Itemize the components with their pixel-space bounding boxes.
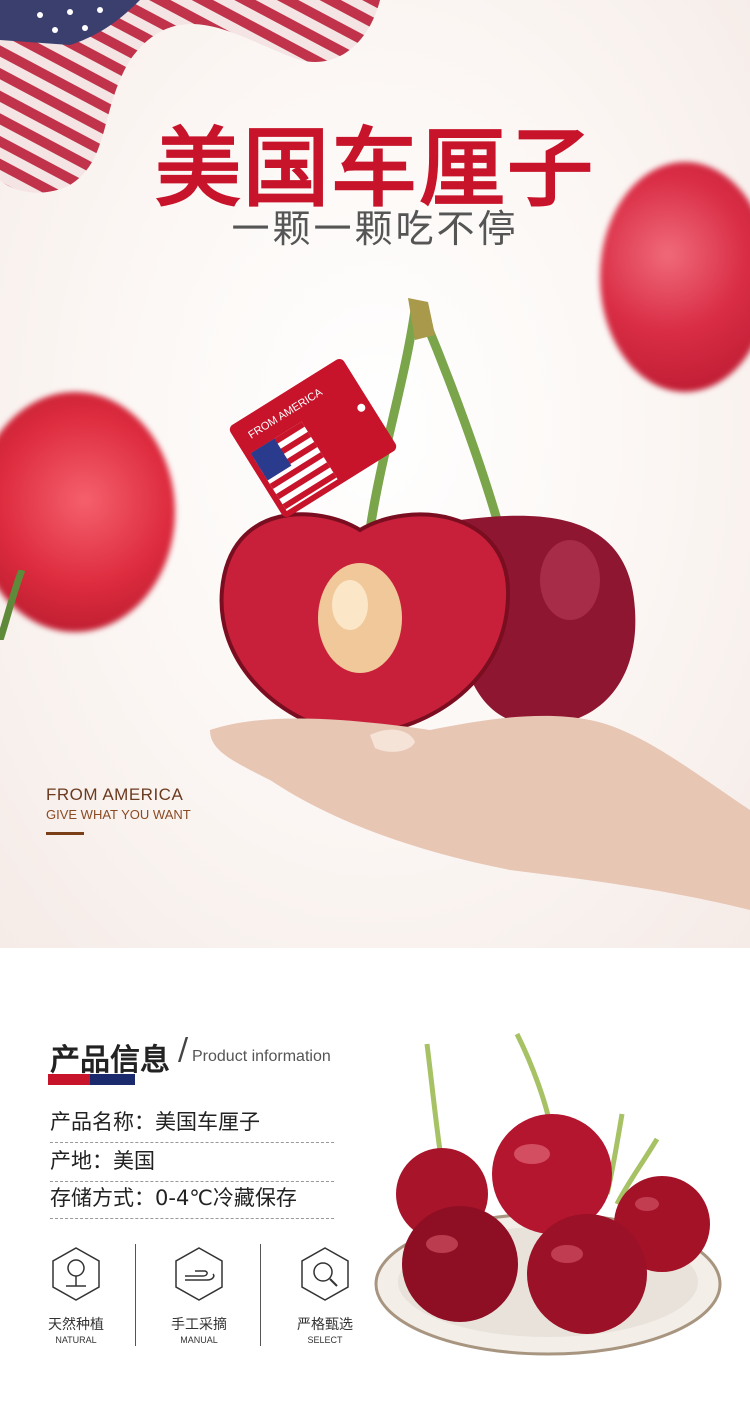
cherry-bowl-image xyxy=(374,1032,722,1356)
info-title: 产品信息 xyxy=(50,1043,170,1078)
tree-icon xyxy=(52,1247,100,1301)
hand-icon xyxy=(175,1247,223,1301)
feature-natural: 天然种植 NATURAL xyxy=(31,1246,121,1345)
feature-divider-1 xyxy=(135,1244,136,1346)
feature-select-cn: 严格甄选 xyxy=(297,1317,353,1333)
title-bar-red xyxy=(48,1074,90,1085)
blurred-stem xyxy=(0,570,26,640)
from-america-line1: FROM AMERICA xyxy=(46,785,184,804)
feature-natural-cn: 天然种植 xyxy=(48,1317,104,1333)
from-america-line2: GIVE WHAT YOU WANT xyxy=(46,807,191,822)
feature-select: 严格甄选 SELECT xyxy=(280,1246,370,1345)
feature-manual-cn: 手工采摘 xyxy=(171,1317,227,1333)
from-america-caption: FROM AMERICA GIVE WHAT YOU WANT xyxy=(46,785,191,835)
feature-natural-en: NATURAL xyxy=(55,1335,97,1345)
title-bar-blue xyxy=(90,1074,135,1085)
info-title-slash: / xyxy=(178,1032,189,1067)
info-title-en: Product information xyxy=(192,1048,331,1065)
feature-manual: 手工采摘 MANUAL xyxy=(154,1246,244,1345)
info-row-storage: 存储方式：0-4℃冷藏保存 xyxy=(50,1182,334,1219)
feature-divider-2 xyxy=(260,1244,261,1346)
caption-underline xyxy=(46,832,84,835)
info-row-name: 产品名称：美国车厘子 xyxy=(50,1106,334,1143)
hero-banner: 美国车厘子 一颗一颗吃不停 FROM AMERICA FROM AMERICA … xyxy=(0,0,750,948)
feature-select-en: SELECT xyxy=(307,1335,343,1345)
feature-manual-en: MANUAL xyxy=(180,1335,218,1345)
info-row-origin: 产地：美国 xyxy=(50,1145,334,1182)
cherry-in-hand-image xyxy=(210,298,750,910)
magnifier-icon xyxy=(301,1247,349,1301)
